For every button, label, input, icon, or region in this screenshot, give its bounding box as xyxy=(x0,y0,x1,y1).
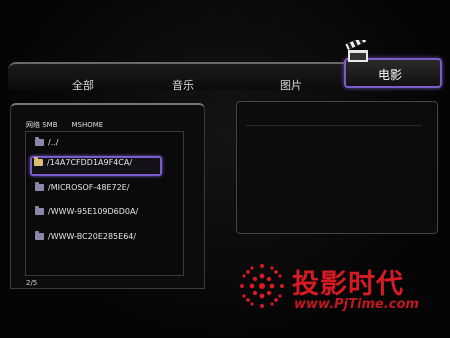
tab-music[interactable]: 音乐 xyxy=(172,77,194,93)
folder-icon xyxy=(35,137,44,146)
folder-icon xyxy=(35,206,44,215)
item-label: /WWW-BC20E285E64/ xyxy=(48,232,137,241)
watermark-title: 投影时代 xyxy=(292,269,404,300)
breadcrumb-host: MSHOME xyxy=(71,121,104,129)
folder-icon xyxy=(35,182,44,191)
item-label: /14A7CFDD1A9F4CA/ xyxy=(47,158,133,167)
item-label: /MICROSOF-48E72E/ xyxy=(48,183,130,192)
folder-icon xyxy=(34,157,43,166)
page-indicator: 2/5 xyxy=(26,279,38,287)
folder-icon xyxy=(35,231,44,240)
clapperboard-icon xyxy=(345,40,368,62)
watermark-url: www.PjTime.com xyxy=(294,297,419,312)
item-label: /../ xyxy=(48,138,59,147)
breadcrumb-network: 网络 SMB xyxy=(26,121,58,129)
list-item[interactable]: /../ xyxy=(33,137,59,154)
tab-all[interactable]: 全部 xyxy=(72,77,94,93)
item-label: /WWW-95E109D6D0A/ xyxy=(48,207,139,216)
list-item[interactable]: /MICROSOF-48E72E/ xyxy=(33,182,130,199)
list-item[interactable]: /WWW-BC20E285E64/ xyxy=(33,231,137,248)
media-player-screen: 全部 音乐 图片 电影 网络 SMB MSHOME /../ /14A7CFDD1… xyxy=(0,0,450,338)
preview-header xyxy=(246,103,422,126)
list-item-selected[interactable]: /14A7CFDD1A9F4CA/ xyxy=(30,156,162,176)
watermark-logo-icon xyxy=(240,264,284,308)
breadcrumb: 网络 SMB MSHOME xyxy=(26,120,103,130)
tab-movies-label: 电影 xyxy=(378,68,403,82)
list-item[interactable]: /WWW-95E109D6D0A/ xyxy=(33,206,139,223)
tab-photos[interactable]: 图片 xyxy=(280,77,302,93)
